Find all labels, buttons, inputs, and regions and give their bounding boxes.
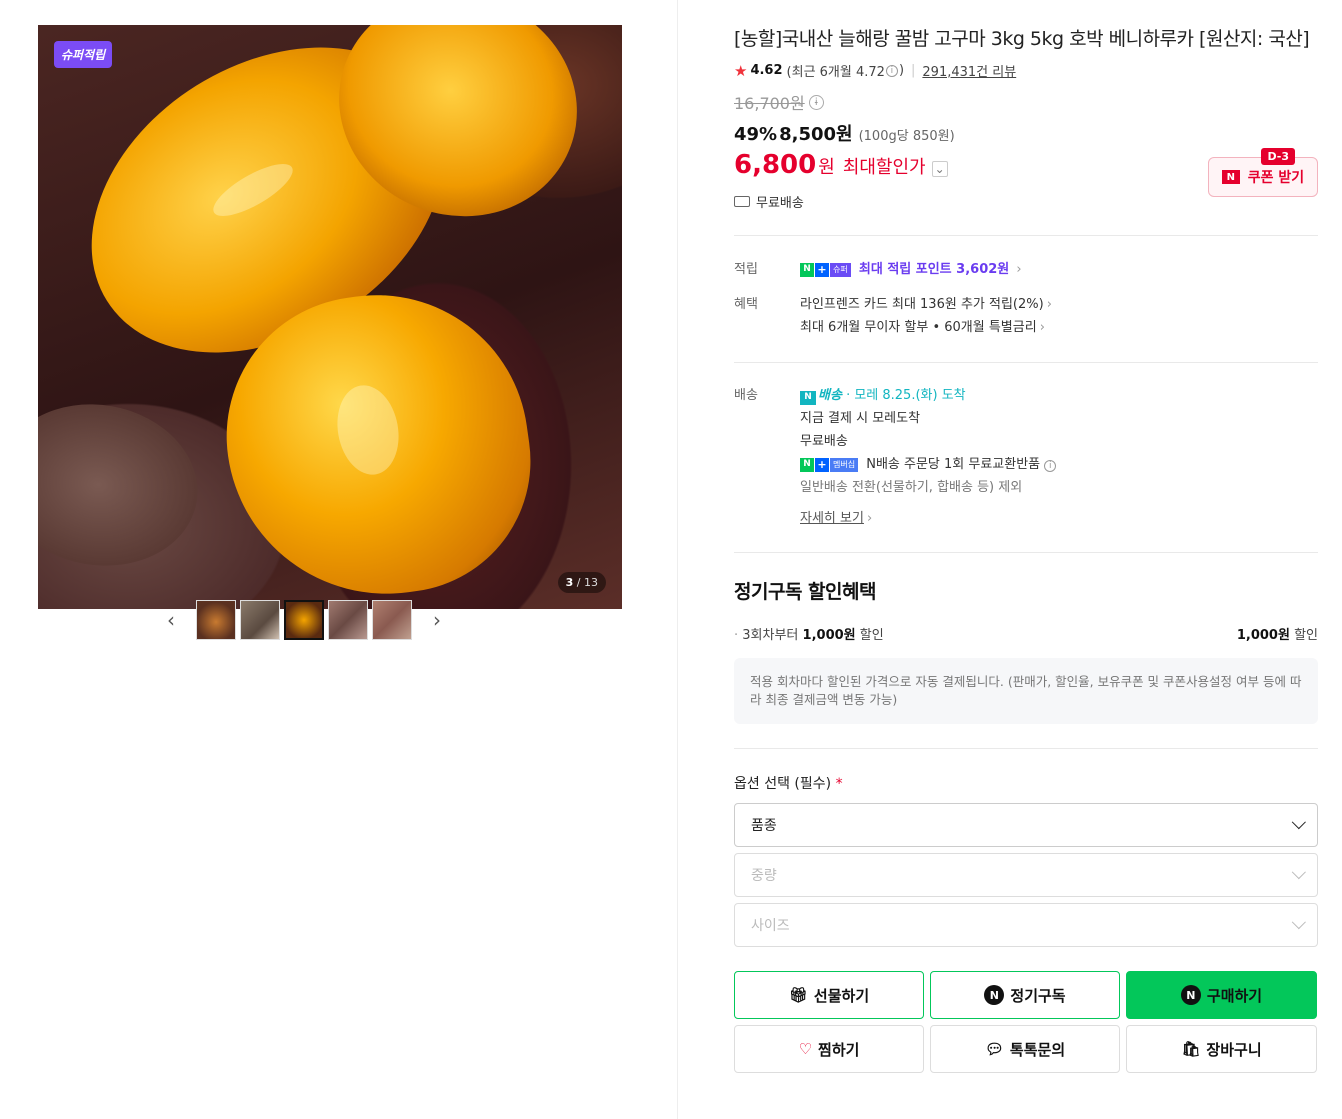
chevron-down-icon[interactable]: ⌄ (931, 161, 948, 177)
delivery-section: 배송 N 배송 · 모레 8.25.(화) 도착 지금 결제 시 모레도착 무료배… (734, 384, 1318, 530)
unit-price: (100g당 850원) (858, 129, 955, 144)
chevron-left-icon[interactable]: ‹ (160, 600, 182, 640)
product-gallery: 슈퍼적립 3 / 13 (38, 25, 622, 609)
talk-inquiry-button[interactable]: 💬︎ 톡톡문의 (930, 1025, 1120, 1073)
star-icon: ★ (734, 61, 748, 80)
perk-card[interactable]: 라인프렌즈 카드 최대 136원 추가 적립(2%) › (800, 293, 1052, 316)
product-info-panel: [농할]국내산 늘해랑 꿀밤 고구마 3kg 5kg 호박 베니하루카 [원산지… (734, 25, 1318, 1073)
section-divider (734, 362, 1318, 363)
section-divider (734, 748, 1318, 749)
dday-badge: D-3 (1261, 148, 1295, 165)
naver-n-icon: N (1180, 985, 1201, 1005)
sale-price: 8,500원 (779, 124, 853, 145)
buy-button[interactable]: N 구매하기 (1126, 971, 1317, 1019)
rating-recent: (최근 6개월 4.72 (786, 65, 885, 80)
column-divider (677, 0, 678, 1119)
delivery-label: 배송 (734, 388, 758, 403)
options-section: 옵션 선택 (필수) * 품종 중량 사이즈 (734, 773, 1318, 947)
benefits-section: 적립 N + 슈퍼 최대 적립 포인트 3,602원 › 혜택 라인프렌즈 카드 최… (734, 258, 1318, 339)
product-title: [농할]국내산 늘해랑 꿀밤 고구마 3kg 5kg 호박 베니하루카 [원산지… (734, 28, 1310, 50)
chevron-right-icon: › (1039, 320, 1045, 335)
action-buttons: 🎁︎ 선물하기 N 정기구독 N 구매하기 ♡ 찜하기 💬︎ 톡톡문의 🛍︎ 장바구니 (734, 971, 1318, 1073)
chevron-down-icon (1291, 815, 1306, 830)
points-row: 적립 N + 슈퍼 최대 적립 포인트 3,602원 › (734, 258, 1318, 281)
thumbnail[interactable] (372, 600, 412, 640)
coupon-button[interactable]: D-3 N 쿠폰 받기 (1208, 148, 1318, 197)
original-price-value: 16,700원 (734, 94, 805, 113)
gift-icon: 🎁︎ (788, 986, 808, 1004)
main-product-image[interactable]: 슈퍼적립 3 / 13 (38, 25, 622, 609)
chevron-right-icon: › (866, 511, 873, 526)
delivery-line: 일반배송 전환(선물하기, 합배송 등) 제외 (800, 480, 1023, 495)
chevron-down-icon (1291, 915, 1306, 930)
points-text: 최대 적립 포인트 3,602원 (858, 262, 1010, 277)
rating-score: 4.62 (750, 63, 783, 78)
thumbnail[interactable] (328, 600, 368, 640)
subscription-condition: · 3회차부터 1,000원 할인 1,000원 할인 (734, 628, 1318, 643)
chevron-down-icon (1291, 865, 1306, 880)
max-discount-currency: 원 (818, 157, 835, 178)
original-price: 16,700원 i (734, 90, 1318, 114)
delivery-line: 무료배송 (800, 434, 848, 449)
shopping-bag-icon: 🛍︎ (1181, 1040, 1201, 1058)
sale-price-row: 49% 8,500원 (100g당 850원) (734, 120, 1318, 146)
separator: | (911, 63, 916, 78)
rating-recent-close: ) (898, 63, 905, 78)
npay-plus-icon: N + 슈퍼 (800, 262, 851, 277)
section-divider (734, 235, 1318, 236)
thumbnail[interactable] (196, 600, 236, 640)
delivery-member: N + 멤버십 N배송 주문당 1회 무료교환반품 i (800, 453, 1057, 476)
chevron-right-icon[interactable]: › (426, 600, 448, 640)
n-delivery-icon: N 배송 (800, 388, 842, 405)
perks-label: 혜택 (734, 297, 758, 312)
coupon-label: 쿠폰 받기 (1247, 170, 1305, 186)
thumbnail-active[interactable] (284, 600, 324, 640)
delivery-detail-link[interactable]: 자세히 보기 › (800, 507, 1056, 530)
cart-button[interactable]: 🛍︎ 장바구니 (1126, 1025, 1317, 1073)
subscription-section: 정기구독 할인혜택 · 3회차부터 1,000원 할인 1,000원 할인 적용… (734, 577, 1318, 724)
info-icon[interactable]: i (808, 94, 824, 110)
review-count-link[interactable]: 291,431건 리뷰 (922, 61, 1016, 80)
rating-row: ★ 4.62 (최근 6개월 4.72 i ) | 291,431건 리뷰 (734, 61, 1318, 81)
naver-n-icon: N (1221, 170, 1240, 184)
thumbnail[interactable] (240, 600, 280, 640)
npay-membership-icon: N + 멤버십 (800, 457, 859, 472)
perks-row: 혜택 라인프렌즈 카드 최대 136원 추가 적립(2%) › 최대 6개월 무이… (734, 293, 1318, 339)
size-select[interactable]: 사이즈 (734, 903, 1318, 947)
image-counter-current: 3 (565, 576, 574, 589)
super-points-badge: 슈퍼적립 (54, 41, 113, 68)
subscription-notice: 적용 회차마다 할인된 가격으로 자동 결제됩니다. (판매가, 할인율, 보유… (734, 658, 1318, 724)
chevron-right-icon: › (1046, 297, 1052, 312)
naver-n-icon: N (984, 985, 1005, 1005)
truck-icon (734, 196, 750, 207)
wishlist-button[interactable]: ♡ 찜하기 (734, 1025, 924, 1073)
subscribe-button[interactable]: N 정기구독 (930, 971, 1120, 1019)
delivery-service: N 배송 · 모레 8.25.(화) 도착 (800, 384, 1056, 407)
points-label: 적립 (734, 262, 758, 277)
free-shipping-text: 무료배송 (756, 196, 804, 211)
discount-rate: 49% (734, 124, 778, 145)
delivery-arrival: · 모레 8.25.(화) 도착 (846, 388, 966, 403)
section-divider (734, 552, 1318, 553)
info-icon[interactable]: i (1044, 460, 1057, 472)
gift-button[interactable]: 🎁︎ 선물하기 (734, 971, 924, 1019)
points-value[interactable]: N + 슈퍼 최대 적립 포인트 3,602원 › (800, 258, 1022, 281)
delivery-line: 지금 결제 시 모레도착 (800, 411, 921, 426)
weight-select[interactable]: 중량 (734, 853, 1318, 897)
subscription-title: 정기구독 할인혜택 (734, 581, 876, 603)
thumbnail-strip: ‹ › (160, 600, 448, 640)
heart-icon: ♡ (798, 1040, 813, 1058)
info-icon[interactable]: i (885, 64, 898, 77)
image-counter-total: / 13 (576, 576, 598, 589)
perk-installment[interactable]: 최대 6개월 무이자 할부 • 60개월 특별금리 › (800, 316, 1052, 339)
image-counter: 3 / 13 (557, 572, 606, 593)
max-discount-price: 6,800 (734, 150, 817, 180)
chevron-right-icon: › (1016, 262, 1022, 277)
max-discount-label[interactable]: 최대할인가 (843, 153, 926, 179)
options-label: 옵션 선택 (필수) * (734, 776, 843, 792)
chat-bubble-icon: 💬︎ (984, 1040, 1004, 1058)
variety-select[interactable]: 품종 (734, 803, 1318, 847)
